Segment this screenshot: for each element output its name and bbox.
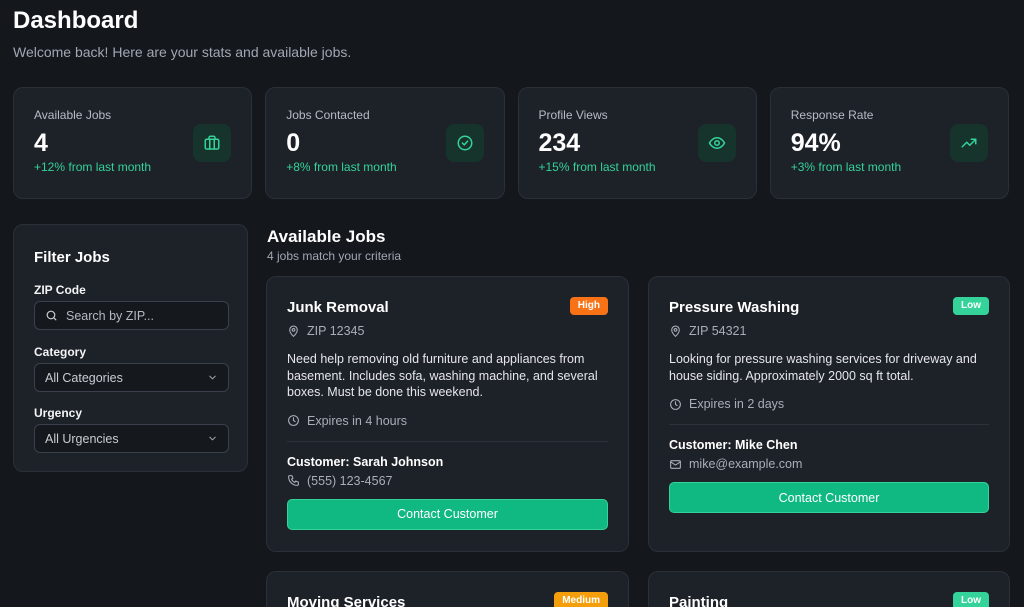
stat-change: +3% from last month xyxy=(790,160,902,174)
job-title: Painting xyxy=(669,594,729,607)
filter-panel: Filter Jobs ZIP Code Category All Catego… xyxy=(13,224,248,472)
job-zip: ZIP 12345 xyxy=(287,324,608,338)
trending-up-icon xyxy=(950,124,988,162)
stat-card-jobs-contacted: Jobs Contacted 0 +8% from last month xyxy=(265,87,505,199)
filter-title: Filter Jobs xyxy=(34,249,110,266)
stat-card-response-rate: Response Rate 94% +3% from last month xyxy=(769,87,1009,199)
mail-icon xyxy=(669,458,689,471)
divider xyxy=(669,424,989,425)
job-card: Pressure Washing Low ZIP 54321 Looking f… xyxy=(648,276,1010,552)
stat-change: +15% from last month xyxy=(538,160,656,174)
job-zip: ZIP 54321 xyxy=(669,324,989,338)
customer-email-text: mike@example.com xyxy=(689,457,803,471)
job-description: Need help removing old furniture and app… xyxy=(287,352,598,399)
search-icon xyxy=(45,309,58,322)
jobs-count-text: 4 jobs match your criteria xyxy=(267,249,402,263)
urgency-badge: High xyxy=(569,297,608,315)
zip-search-field[interactable] xyxy=(34,301,229,330)
customer-name: Customer: Sarah Johnson xyxy=(287,454,444,469)
category-label: Category xyxy=(34,345,87,359)
page-subtitle: Welcome back! Here are your stats and av… xyxy=(13,44,352,60)
customer-phone-text: (555) 123-4567 xyxy=(307,473,393,488)
urgency-select-value: All Urgencies xyxy=(45,431,119,446)
page-title: Dashboard xyxy=(13,7,139,34)
customer-name: Customer: Mike Chen xyxy=(669,438,798,452)
job-title: Junk Removal xyxy=(287,299,389,316)
job-card: Junk Removal High ZIP 12345 Need help re… xyxy=(266,276,629,552)
stat-change: +12% from last month xyxy=(34,160,152,174)
customer-phone: (555) 123-4567 xyxy=(287,474,608,488)
clock-icon xyxy=(287,414,307,427)
urgency-filter: Urgency All Urgencies xyxy=(34,406,229,453)
job-expiry: Expires in 4 hours xyxy=(287,414,608,428)
eye-icon xyxy=(697,124,736,162)
job-zip-text: ZIP 54321 xyxy=(689,324,747,338)
urgency-badge: Medium xyxy=(554,592,608,607)
stat-label: Available Jobs xyxy=(34,108,112,122)
urgency-badge: Low xyxy=(953,592,989,607)
category-select-value: All Categories xyxy=(45,370,123,385)
job-expiry-text: Expires in 4 hours xyxy=(307,413,408,428)
urgency-select[interactable]: All Urgencies xyxy=(34,424,229,453)
job-zip-text: ZIP 12345 xyxy=(307,324,365,338)
divider xyxy=(287,440,608,442)
jobs-section-title: Available Jobs xyxy=(267,227,386,246)
phone-icon xyxy=(287,474,307,487)
zip-search-input[interactable] xyxy=(66,308,206,323)
contact-customer-button[interactable]: Contact Customer xyxy=(287,498,608,530)
job-description: Looking for pressure washing services fo… xyxy=(669,352,977,383)
map-pin-icon xyxy=(669,325,689,338)
urgency-label: Urgency xyxy=(34,406,83,420)
stat-label: Jobs Contacted xyxy=(286,108,370,122)
map-pin-icon xyxy=(287,325,307,338)
job-title: Pressure Washing xyxy=(669,299,800,316)
chevron-down-icon xyxy=(207,372,218,383)
stat-label: Response Rate xyxy=(790,108,874,122)
check-circle-icon xyxy=(445,124,484,162)
category-select[interactable]: All Categories xyxy=(34,363,229,392)
dashboard-page: Dashboard Welcome back! Here are your st… xyxy=(0,0,1024,607)
chevron-down-icon xyxy=(207,433,218,444)
job-expiry-text: Expires in 2 days xyxy=(689,397,785,411)
stat-change: +8% from last month xyxy=(286,160,397,174)
clock-icon xyxy=(669,398,689,411)
zip-label: ZIP Code xyxy=(34,283,86,297)
contact-customer-button[interactable]: Contact Customer xyxy=(669,482,989,513)
briefcase-icon xyxy=(193,124,232,162)
job-card: Painting Low xyxy=(648,571,1010,607)
stats-row: Available Jobs 4 +12% from last month Jo… xyxy=(13,87,1009,199)
job-card: Moving Services Medium xyxy=(266,571,629,607)
stat-label: Profile Views xyxy=(538,108,608,122)
zip-filter: ZIP Code xyxy=(34,283,229,330)
job-expiry: Expires in 2 days xyxy=(669,397,989,411)
stat-card-profile-views: Profile Views 234 +15% from last month xyxy=(517,87,757,199)
stat-card-available-jobs: Available Jobs 4 +12% from last month xyxy=(13,87,253,199)
category-filter: Category All Categories xyxy=(34,345,229,392)
urgency-badge: Low xyxy=(953,297,989,315)
customer-email: mike@example.com xyxy=(669,457,989,471)
